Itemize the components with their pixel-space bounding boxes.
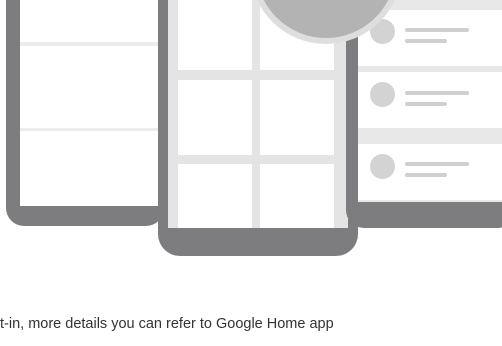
avatar-placeholder-icon: [370, 82, 395, 107]
text-line-placeholder: [405, 173, 447, 177]
text-line-placeholder: [405, 91, 469, 95]
grid-tile: [260, 80, 334, 155]
right-phone-screen: [358, 0, 502, 202]
avatar-placeholder-icon: [370, 154, 395, 179]
instruction-caption: t-in, more details you can refer to Goog…: [0, 316, 334, 332]
grid-tile: [178, 80, 252, 155]
placeholder-card: [20, 0, 158, 42]
left-phone-mockup: [6, 0, 164, 226]
text-line-placeholder: [405, 39, 447, 43]
right-phone-mockup: [346, 0, 502, 228]
left-phone-screen: [20, 0, 158, 206]
text-line-placeholder: [405, 162, 469, 166]
placeholder-card: [20, 131, 158, 206]
grid-tile: [178, 164, 252, 228]
list-item: [358, 144, 502, 200]
grid-tile: [260, 164, 334, 228]
grid-tile: [178, 0, 252, 70]
text-line-placeholder: [405, 28, 469, 32]
list-item: [358, 72, 502, 128]
text-line-placeholder: [405, 102, 447, 106]
placeholder-card: [20, 46, 158, 128]
